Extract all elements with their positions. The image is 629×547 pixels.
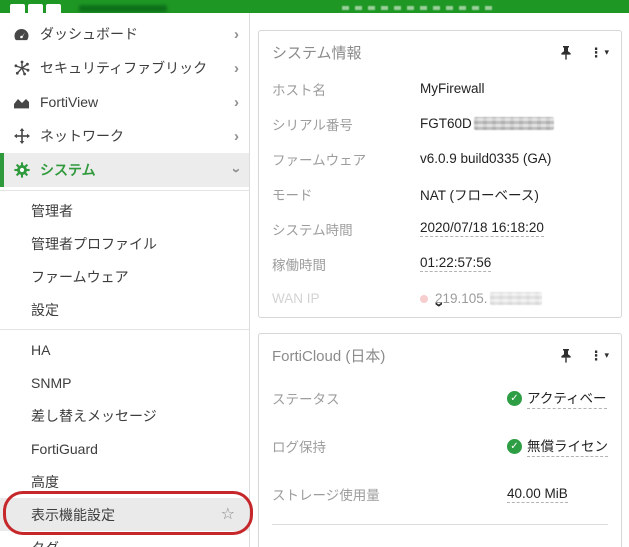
sidebar-item-label: システム xyxy=(40,160,234,180)
sidebar-item-label: FortiView xyxy=(40,94,234,110)
top-header-bar xyxy=(0,0,629,13)
network-arrows-icon xyxy=(12,128,31,145)
hostname-value: MyFirewall xyxy=(420,81,485,96)
field-row-storage-usage: ストレージ使用量 40.00 MiB xyxy=(259,470,621,518)
mode-value: NAT (フローベース) xyxy=(420,184,539,204)
field-row-uptime: 稼働時間 01:22:57:56 xyxy=(259,246,621,281)
sidebar-nav: ダッシュボード › セキュリティファブリック › FortiView › ネット… xyxy=(0,13,250,547)
dashboard-content: システム情報 ⋮ ▾ ホスト名 MyFirewall シリアル番号 xyxy=(251,13,629,547)
sidebar-item-dashboard[interactable]: ダッシュボード › xyxy=(0,17,249,51)
sidebar-subitem-ha[interactable]: HA xyxy=(0,333,249,366)
sidebar-divider xyxy=(0,190,249,191)
system-time-link[interactable]: 2020/07/18 16:18:20 xyxy=(420,220,544,237)
sidebar-item-fortiview[interactable]: FortiView › xyxy=(0,85,249,119)
redacted-serial xyxy=(474,117,554,130)
caret-down-icon: ▾ xyxy=(604,47,609,58)
sidebar-item-system[interactable]: システム › xyxy=(0,153,249,187)
pin-icon[interactable] xyxy=(560,348,572,363)
sidebar-item-label: セキュリティファブリック xyxy=(40,58,234,78)
field-row-system-time: システム時間 2020/07/18 16:18:20 xyxy=(259,211,621,246)
widget-menu-button[interactable]: ⋮ ▾ xyxy=(589,45,609,61)
sidebar-subitem-administrators[interactable]: 管理者 xyxy=(0,194,249,227)
uptime-link[interactable]: 01:22:57:56 xyxy=(420,255,491,272)
field-row-log-retention: ログ保持 ✓ 無償ライセン xyxy=(259,422,621,470)
license-link[interactable]: 無償ライセン xyxy=(527,435,608,457)
sidebar-subitem-fortiguard[interactable]: FortiGuard xyxy=(0,432,249,465)
check-circle-icon: ✓ xyxy=(507,391,522,406)
sidebar-subitem-tags[interactable]: タグ xyxy=(0,531,249,547)
chevron-right-icon: › xyxy=(234,129,239,144)
forticloud-widget: FortiCloud (日本) ⋮ ▾ ステータス ✓ アクティベー xyxy=(258,333,622,547)
redacted-header-text xyxy=(342,6,492,10)
field-row-firmware: ファームウェア v6.0.9 build0335 (GA) xyxy=(259,141,621,176)
redacted-wan-ip xyxy=(490,292,542,305)
chevron-right-icon: › xyxy=(234,27,239,42)
widget-title: システム情報 xyxy=(272,42,560,63)
chart-icon xyxy=(12,94,31,111)
favorite-star-icon[interactable]: ☆ xyxy=(221,507,235,523)
widget-divider xyxy=(272,524,608,525)
sidebar-item-label: ダッシュボード xyxy=(40,24,234,44)
sidebar-subitem-settings[interactable]: 設定 xyxy=(0,293,249,326)
sidebar-item-network[interactable]: ネットワーク › xyxy=(0,119,249,153)
sidebar-subitem-snmp[interactable]: SNMP xyxy=(0,366,249,399)
serial-value: FGT60D xyxy=(420,116,554,131)
scroll-down-chevron-icon[interactable]: › xyxy=(432,302,449,308)
sidebar-subitem-admin-profiles[interactable]: 管理者プロファイル xyxy=(0,227,249,260)
status-link[interactable]: アクティベー xyxy=(527,387,607,409)
sidebar-divider xyxy=(0,329,249,330)
chevron-down-icon: › xyxy=(229,168,244,173)
sidebar-subitem-replacement-messages[interactable]: 差し替えメッセージ xyxy=(0,399,249,432)
widget-header: FortiCloud (日本) ⋮ ▾ xyxy=(259,334,621,374)
field-row-status: ステータス ✓ アクティベー xyxy=(259,374,621,422)
sidebar-subitem-feature-visibility[interactable]: 表示機能設定 ☆ xyxy=(0,498,249,531)
sidebar-subitem-advanced[interactable]: 高度 xyxy=(0,465,249,498)
system-info-widget: システム情報 ⋮ ▾ ホスト名 MyFirewall シリアル番号 xyxy=(258,30,622,318)
field-row-mode: モード NAT (フローベース) xyxy=(259,176,621,211)
caret-down-icon: ▾ xyxy=(604,350,609,361)
sidebar-subitem-firmware[interactable]: ファームウェア xyxy=(0,260,249,293)
chevron-right-icon: › xyxy=(234,61,239,76)
redacted-device-name xyxy=(79,5,167,12)
storage-usage-link[interactable]: 40.00 MiB xyxy=(507,486,568,503)
chevron-right-icon: › xyxy=(234,95,239,110)
widget-title: FortiCloud (日本) xyxy=(272,345,560,366)
app-window: ダッシュボード › セキュリティファブリック › FortiView › ネット… xyxy=(0,0,629,547)
ellipsis-icon: ⋮ xyxy=(589,348,602,364)
field-row-serial: シリアル番号 FGT60D xyxy=(259,106,621,141)
widget-menu-button[interactable]: ⋮ ▾ xyxy=(589,348,609,364)
security-fabric-icon xyxy=(12,60,31,77)
fortinet-logo xyxy=(10,4,61,13)
firmware-value: v6.0.9 build0335 (GA) xyxy=(420,151,551,166)
sidebar-item-security-fabric[interactable]: セキュリティファブリック › xyxy=(0,51,249,85)
status-dot-icon xyxy=(420,295,428,303)
widget-header: システム情報 ⋮ ▾ xyxy=(259,31,621,71)
field-row-hostname: ホスト名 MyFirewall xyxy=(259,71,621,106)
sidebar-item-label: ネットワーク xyxy=(40,126,234,146)
check-circle-icon: ✓ xyxy=(507,439,522,454)
field-row-wan-ip: WAN IP 219.105. xyxy=(259,281,621,316)
gear-icon xyxy=(12,162,31,179)
gauge-icon xyxy=(12,26,31,43)
pin-icon[interactable] xyxy=(560,45,572,60)
ellipsis-icon: ⋮ xyxy=(589,45,602,61)
